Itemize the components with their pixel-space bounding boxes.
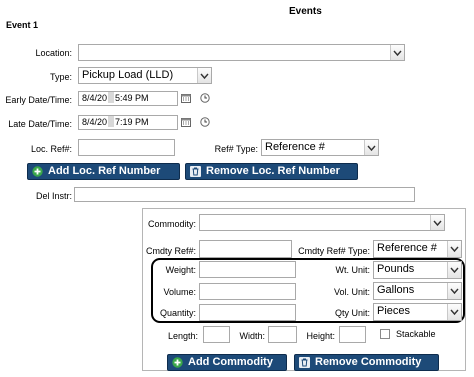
early-datetime-label: Early Date/Time:	[5, 95, 72, 105]
chevron-down-icon[interactable]	[447, 283, 461, 299]
late-date: 8/4/20	[82, 117, 108, 127]
length-label: Length:	[167, 331, 198, 341]
width-label: Width:	[239, 331, 265, 341]
remove-commodity-button[interactable]: Remove Commodity	[294, 354, 439, 371]
del-instr-label: Del Instr:	[35, 191, 72, 201]
wt-unit-label: Wt. Unit:	[335, 265, 370, 275]
stackable-label: Stackable	[396, 329, 436, 339]
loc-ref-input[interactable]	[78, 139, 175, 156]
stackable-checkbox[interactable]	[380, 329, 390, 339]
cmdty-ref-input[interactable]	[199, 240, 292, 258]
chevron-down-icon[interactable]	[197, 68, 211, 83]
type-select[interactable]: Pickup Load (LLD)	[78, 67, 212, 84]
ref-type-label: Ref# Type:	[214, 144, 258, 154]
early-date: 8/4/20	[82, 93, 108, 103]
qty-unit-value: Pieces	[377, 305, 411, 317]
chevron-down-icon[interactable]	[447, 241, 461, 257]
calendar-icon[interactable]	[181, 93, 191, 105]
width-input[interactable]	[268, 326, 297, 343]
early-datetime-input[interactable]: 8/4/20 5:49 PM	[78, 91, 178, 106]
chevron-down-icon[interactable]	[430, 215, 444, 230]
vol-unit-select[interactable]: Gallons	[373, 282, 462, 300]
commodity-select[interactable]	[199, 214, 445, 231]
trash-icon	[299, 357, 310, 368]
quantity-label: Quantity:	[159, 308, 196, 318]
wt-unit-value: Pounds	[377, 263, 415, 275]
del-instr-input[interactable]	[74, 187, 415, 202]
remove-loc-ref-button[interactable]: Remove Loc. Ref Number	[185, 163, 358, 180]
clock-icon[interactable]	[200, 117, 210, 129]
late-time: 7:19 PM	[115, 117, 149, 127]
weight-input[interactable]	[199, 261, 296, 278]
location-label: Location:	[35, 48, 72, 58]
chevron-down-icon[interactable]	[364, 140, 378, 155]
add-commodity-button[interactable]: Add Commodity	[167, 354, 287, 371]
vol-unit-value: Gallons	[377, 284, 415, 296]
plus-icon	[32, 166, 43, 177]
section-title: Event 1	[6, 20, 39, 30]
location-select[interactable]	[78, 44, 405, 61]
chevron-down-icon[interactable]	[447, 262, 461, 278]
cmdty-ref-type-value: Reference #	[377, 242, 437, 254]
quantity-input[interactable]	[199, 304, 296, 321]
trash-icon	[190, 166, 201, 177]
height-input[interactable]	[339, 326, 366, 343]
calendar-icon[interactable]	[181, 117, 191, 129]
length-input[interactable]	[203, 326, 230, 343]
cmdty-ref-label: Cmdty Ref#:	[145, 246, 196, 256]
ref-type-select[interactable]: Reference #	[261, 139, 379, 156]
ref-type-value: Reference #	[265, 141, 325, 153]
late-datetime-input[interactable]: 8/4/20 7:19 PM	[78, 115, 178, 130]
weight-label: Weight:	[165, 265, 196, 275]
add-loc-ref-button[interactable]: Add Loc. Ref Number	[27, 163, 180, 180]
vol-unit-label: Vol. Unit:	[333, 287, 370, 297]
cmdty-ref-type-label: Cmdty Ref# Type:	[298, 246, 370, 256]
qty-unit-label: Qty Unit:	[334, 308, 370, 318]
wt-unit-select[interactable]: Pounds	[373, 261, 462, 279]
plus-icon	[172, 357, 183, 368]
type-label: Type:	[49, 72, 72, 82]
clock-icon[interactable]	[200, 93, 210, 105]
late-datetime-label: Late Date/Time:	[8, 119, 72, 129]
cmdty-ref-type-select[interactable]: Reference #	[373, 240, 462, 258]
chevron-down-icon[interactable]	[390, 45, 404, 60]
volume-input[interactable]	[199, 283, 296, 300]
type-value: Pickup Load (LLD)	[82, 69, 174, 81]
qty-unit-select[interactable]: Pieces	[373, 303, 462, 321]
commodity-label: Commodity:	[147, 219, 196, 229]
early-time: 5:49 PM	[115, 93, 149, 103]
chevron-down-icon[interactable]	[447, 304, 461, 320]
height-label: Height:	[306, 331, 335, 341]
page-title: Events	[289, 6, 322, 17]
loc-ref-label: Loc. Ref#:	[30, 144, 72, 154]
volume-label: Volume:	[163, 287, 196, 297]
